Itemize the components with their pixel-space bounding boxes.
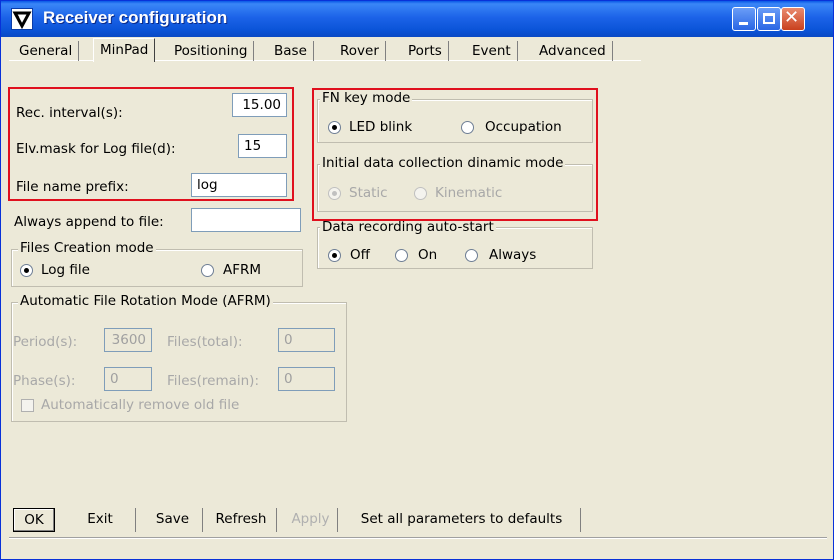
status-bar [9,537,827,559]
static-radio[interactable] [328,187,341,200]
auto-start-off-label: Off [350,247,370,263]
app-icon [11,8,33,30]
files-total-input[interactable]: 0 [278,328,335,352]
close-button[interactable]: ✕ [781,7,805,31]
files-remain-label: Files(remain): [167,373,259,389]
period-label: Period(s): [13,334,78,350]
log-file-label: Log file [41,262,90,278]
tab-general[interactable]: General [13,41,80,61]
auto-start-off-radio[interactable] [328,249,341,262]
tab-base[interactable]: Base [268,41,314,61]
auto-start-title: Data recording auto-start [320,219,496,235]
elv-mask-label: Elv.mask for Log file(d): [16,141,176,157]
exit-button[interactable]: Exit [65,508,136,532]
auto-remove-label: Automatically remove old file [41,397,240,413]
title-bar[interactable]: Receiver configuration ✕ [1,1,833,37]
afrm-label: AFRM [223,262,262,278]
tab-rover[interactable]: Rover [334,41,386,61]
auto-start-on-radio[interactable] [395,249,408,262]
tab-positioning[interactable]: Positioning [168,41,255,61]
auto-start-on-label: On [418,247,438,263]
maximize-icon [763,13,775,24]
files-remain-input[interactable]: 0 [278,367,335,391]
kinematic-radio[interactable] [414,187,427,200]
receiver-configuration-window: Receiver configuration ✕ General MinPad … [0,0,834,560]
files-total-label: Files(total): [167,334,243,350]
occupation-radio[interactable] [461,121,474,134]
occupation-label: Occupation [485,119,562,135]
elv-mask-input[interactable]: 15 [238,134,287,158]
apply-button[interactable]: Apply [284,508,338,532]
afrm-radio[interactable] [201,264,214,277]
phase-input[interactable]: 0 [104,367,152,391]
file-prefix-input[interactable]: log [191,173,287,197]
auto-start-always-radio[interactable] [465,249,478,262]
kinematic-label: Kinematic [435,185,503,201]
always-append-input[interactable] [191,208,301,232]
ok-button[interactable]: OK [13,508,55,532]
auto-start-always-label: Always [489,247,537,263]
auto-remove-checkbox[interactable] [21,399,34,412]
refresh-button[interactable]: Refresh [206,508,277,532]
fn-key-title: FN key mode [320,90,413,106]
afrm-group-title: Automatic File Rotation Mode (AFRM) [18,293,273,309]
tab-ports[interactable]: Ports [402,41,449,61]
tab-advanced[interactable]: Advanced [533,41,613,61]
period-input[interactable]: 3600 [104,328,152,352]
led-blink-label: LED blink [349,119,413,135]
rec-interval-input[interactable]: 15.00 [232,93,287,117]
file-prefix-label: File name prefix: [16,179,129,195]
always-append-label: Always append to file: [14,214,164,230]
static-label: Static [349,185,388,201]
save-button[interactable]: Save [143,508,203,532]
minimize-icon [739,22,748,25]
phase-label: Phase(s): [13,373,76,389]
rec-interval-label: Rec. interval(s): [16,105,123,121]
maximize-button[interactable] [757,7,781,31]
led-blink-radio[interactable] [328,121,341,134]
set-defaults-button[interactable]: Set all parameters to defaults [343,508,581,532]
files-creation-title: Files Creation mode [18,240,156,256]
initial-mode-title: Initial data collection dinamic mode [320,155,566,171]
close-icon: ✕ [784,7,800,28]
window-title: Receiver configuration [43,8,228,27]
tab-minpad[interactable]: MinPad [93,38,156,62]
log-file-radio[interactable] [20,264,33,277]
tab-event[interactable]: Event [466,41,518,61]
minimize-button[interactable] [732,7,756,31]
